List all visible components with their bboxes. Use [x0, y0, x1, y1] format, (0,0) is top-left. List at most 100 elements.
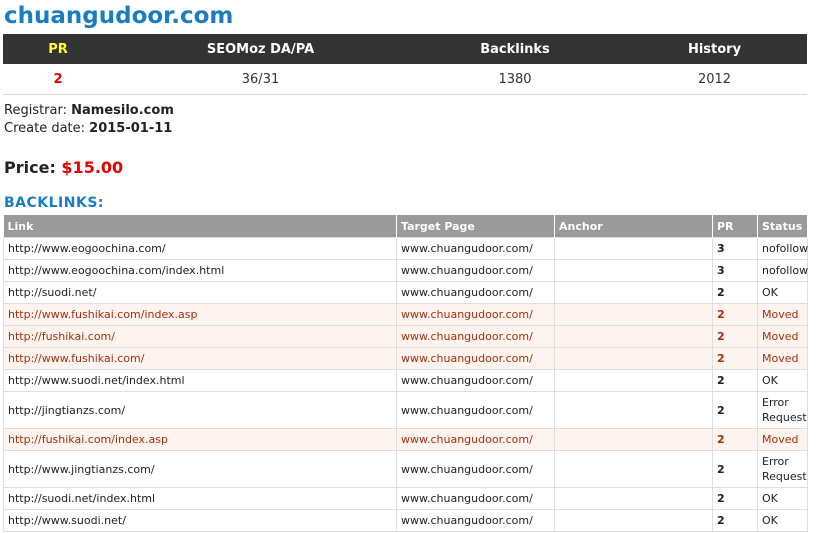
backlink-target: www.chuangudoor.com/ — [396, 391, 555, 429]
backlink-anchor — [554, 325, 713, 348]
summary-history-value: 2012 — [622, 64, 807, 95]
table-row[interactable]: http://jingtianzs.com/www.chuangudoor.co… — [3, 391, 808, 429]
backlink-target: www.chuangudoor.com/ — [396, 259, 555, 282]
backlink-target: www.chuangudoor.com/ — [396, 325, 555, 348]
backlink-url[interactable]: http://www.fushikai.com/ — [3, 347, 397, 370]
table-row[interactable]: http://www.fushikai.com/index.asp www.chu… — [3, 303, 808, 326]
backlink-pr: 2 — [712, 391, 758, 429]
backlink-status: Error Request — [757, 450, 808, 488]
table-row[interactable]: http://suodi.net/www.chuangudoor.com/2 OK — [3, 281, 808, 304]
domain-summary-table: PR SEOMoz DA/PA Backlinks History 2 36/3… — [3, 34, 807, 95]
backlink-anchor — [554, 391, 713, 429]
col-header-status[interactable]: Status — [757, 215, 808, 238]
backlink-status: Moved — [757, 428, 808, 451]
backlink-pr: 2 — [712, 450, 758, 488]
registrar-label: Registrar: — [4, 103, 67, 118]
backlink-status: OK — [757, 509, 808, 532]
table-row[interactable]: http://www.fushikai.com/www.chuangudoor.… — [3, 347, 808, 370]
backlink-pr: 3 — [712, 237, 758, 260]
backlink-status: OK — [757, 369, 808, 392]
backlink-status: OK — [757, 281, 808, 304]
backlink-target: www.chuangudoor.com/ — [396, 237, 555, 260]
backlink-anchor — [554, 369, 713, 392]
summary-header-history: History — [622, 34, 807, 64]
backlink-url[interactable]: http://fushikai.com/index.asp — [3, 428, 397, 451]
backlink-target: www.chuangudoor.com/ — [396, 428, 555, 451]
backlinks-table: Link Target Page Anchor PR Status http:/… — [3, 215, 808, 532]
table-row[interactable]: http://fushikai.com/index.asp www.chuangu… — [3, 428, 808, 451]
backlink-url[interactable]: http://suodi.net/index.html — [3, 487, 397, 510]
backlink-status: OK — [757, 487, 808, 510]
col-header-pr[interactable]: PR — [712, 215, 758, 238]
backlink-status: Error Request — [757, 391, 808, 429]
price-value: $15.00 — [61, 158, 124, 177]
table-row[interactable]: http://www.jingtianzs.com/www.chuangudoo… — [3, 450, 808, 488]
col-header-anchor[interactable]: Anchor — [554, 215, 713, 238]
backlink-url[interactable]: http://jingtianzs.com/ — [3, 391, 397, 429]
backlinks-header-row: Link Target Page Anchor PR Status — [3, 215, 808, 238]
create-date-value: 2015-01-11 — [89, 121, 173, 136]
backlink-url[interactable]: http://www.fushikai.com/index.asp — [3, 303, 397, 326]
col-header-link[interactable]: Link — [3, 215, 397, 238]
backlink-target: www.chuangudoor.com/ — [396, 487, 555, 510]
backlink-pr: 2 — [712, 281, 758, 304]
backlink-status: Moved — [757, 303, 808, 326]
registrar-value: Namesilo.com — [71, 103, 174, 118]
backlink-url[interactable]: http://www.jingtianzs.com/ — [3, 450, 397, 488]
price-label: Price: — [4, 158, 56, 177]
create-date-label: Create date: — [4, 121, 86, 136]
backlink-pr: 2 — [712, 347, 758, 370]
summary-seomoz-value: 36/31 — [113, 64, 408, 95]
backlink-status: Moved — [757, 347, 808, 370]
backlink-url[interactable]: http://fushikai.com/ — [3, 325, 397, 348]
table-row[interactable]: http://suodi.net/index.html www.chuangudo… — [3, 487, 808, 510]
backlink-pr: 2 — [712, 303, 758, 326]
table-row[interactable]: http://www.eogoochina.com/www.chuangudoo… — [3, 237, 808, 260]
backlink-status: nofollow — [757, 237, 808, 260]
backlink-target: www.chuangudoor.com/ — [396, 369, 555, 392]
backlinks-body: http://www.eogoochina.com/www.chuangudoo… — [3, 237, 808, 532]
backlink-pr: 2 — [712, 369, 758, 392]
backlink-pr: 2 — [712, 428, 758, 451]
summary-backlinks-value: 1380 — [408, 64, 622, 95]
table-row[interactable]: http://www.eogoochina.com/index.html www.… — [3, 259, 808, 282]
backlink-anchor — [554, 259, 713, 282]
backlink-anchor — [554, 303, 713, 326]
backlink-anchor — [554, 487, 713, 510]
backlink-anchor — [554, 428, 713, 451]
summary-header-pr: PR — [3, 34, 113, 64]
backlink-url[interactable]: http://www.eogoochina.com/ — [3, 237, 397, 260]
backlink-anchor — [554, 509, 713, 532]
backlink-pr: 2 — [712, 487, 758, 510]
backlink-target: www.chuangudoor.com/ — [396, 450, 555, 488]
price-line: Price: $15.00 — [4, 158, 123, 177]
backlink-target: www.chuangudoor.com/ — [396, 303, 555, 326]
backlinks-heading: BACKLINKS: — [4, 195, 105, 211]
backlink-anchor — [554, 281, 713, 304]
table-row[interactable]: http://fushikai.com/www.chuangudoor.com/… — [3, 325, 808, 348]
backlink-pr: 2 — [712, 325, 758, 348]
summary-header-backlinks: Backlinks — [408, 34, 622, 64]
backlink-anchor — [554, 450, 713, 488]
summary-header-seomoz: SEOMoz DA/PA — [113, 34, 408, 64]
backlink-url[interactable]: http://www.suodi.net/index.html — [3, 369, 397, 392]
col-header-target[interactable]: Target Page — [396, 215, 555, 238]
backlink-pr: 3 — [712, 259, 758, 282]
registrar-line: Registrar: Namesilo.com — [4, 102, 174, 119]
domain-title: chuangudoor.com — [4, 3, 234, 29]
backlink-url[interactable]: http://www.eogoochina.com/index.html — [3, 259, 397, 282]
backlink-status: Moved — [757, 325, 808, 348]
backlink-target: www.chuangudoor.com/ — [396, 281, 555, 304]
backlink-anchor — [554, 347, 713, 370]
backlink-url[interactable]: http://suodi.net/ — [3, 281, 397, 304]
table-row[interactable]: http://www.suodi.net/www.chuangudoor.com… — [3, 509, 808, 532]
summary-header-row: PR SEOMoz DA/PA Backlinks History — [3, 34, 807, 64]
backlink-anchor — [554, 237, 713, 260]
backlink-status: nofollow — [757, 259, 808, 282]
backlink-url[interactable]: http://www.suodi.net/ — [3, 509, 397, 532]
backlink-target: www.chuangudoor.com/ — [396, 509, 555, 532]
backlink-pr: 2 — [712, 509, 758, 532]
table-row[interactable]: http://www.suodi.net/index.html www.chuan… — [3, 369, 808, 392]
create-date-line: Create date: 2015-01-11 — [4, 120, 172, 137]
backlink-target: www.chuangudoor.com/ — [396, 347, 555, 370]
